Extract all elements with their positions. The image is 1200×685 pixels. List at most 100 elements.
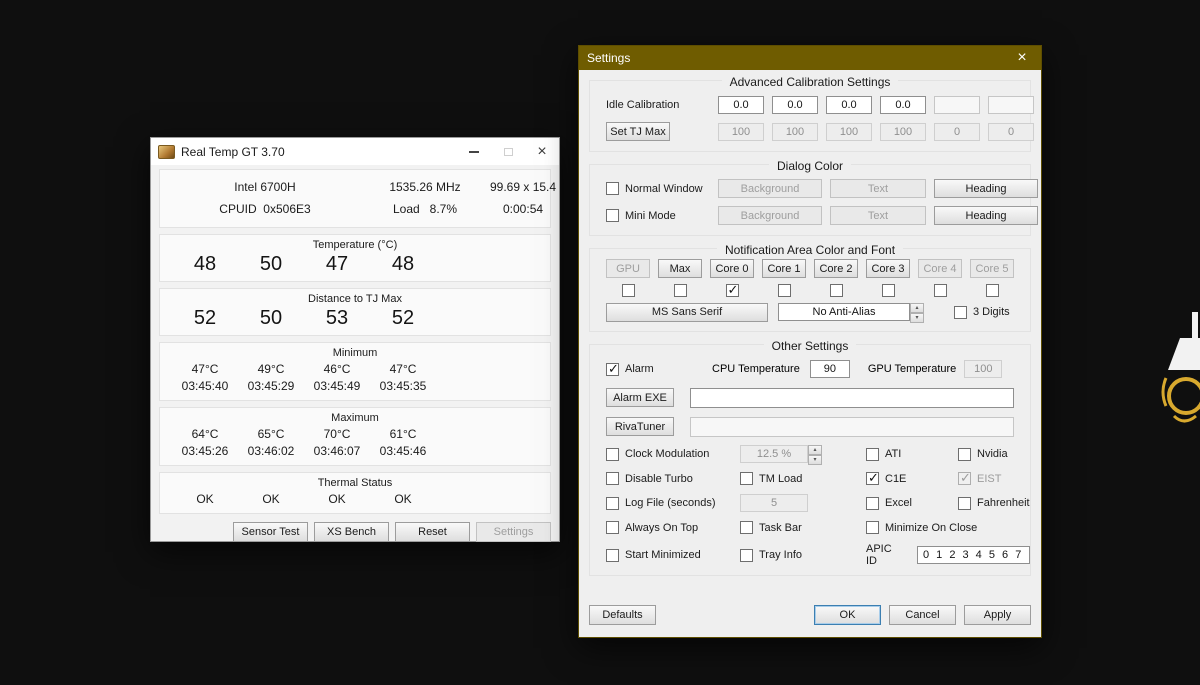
fahrenheit-label: Fahrenheit bbox=[977, 497, 1030, 509]
cancel-button[interactable]: Cancel bbox=[889, 605, 956, 625]
core2-checkbox[interactable] bbox=[830, 284, 843, 297]
start-minimized-checkbox[interactable] bbox=[606, 549, 619, 562]
max-temp-0: 64°C bbox=[172, 426, 238, 443]
core4-checkbox[interactable] bbox=[934, 284, 947, 297]
dialog-color-group-title: Dialog Color bbox=[769, 159, 851, 173]
ok-button[interactable]: OK bbox=[814, 605, 881, 625]
tm-load-checkbox[interactable] bbox=[740, 472, 753, 485]
thermal-status-title: Thermal Status bbox=[160, 477, 550, 489]
sensor-test-button[interactable]: Sensor Test bbox=[233, 522, 308, 542]
realtemp-main-window: Real Temp GT 3.70 × Intel 6700H 1535.26 … bbox=[150, 137, 560, 542]
main-window-title: Real Temp GT 3.70 bbox=[181, 145, 457, 159]
cpu-alarm-temp-field[interactable]: 90 bbox=[810, 360, 850, 378]
settings-close-button[interactable]: × bbox=[1003, 46, 1041, 70]
minimize-on-close-checkbox[interactable] bbox=[866, 521, 879, 534]
alarm-exe-button[interactable]: Alarm EXE bbox=[606, 388, 674, 407]
three-digits-checkbox[interactable] bbox=[954, 306, 967, 319]
log-file-label: Log File (seconds) bbox=[625, 497, 716, 509]
core1-temp: 50 bbox=[238, 253, 304, 276]
font-picker-button[interactable]: MS Sans Serif bbox=[606, 303, 768, 322]
clock-modulation-checkbox[interactable] bbox=[606, 448, 619, 461]
max-button[interactable]: Max bbox=[658, 259, 702, 278]
ati-checkbox[interactable] bbox=[866, 448, 879, 461]
temperature-title: Temperature (°C) bbox=[160, 239, 550, 251]
core2-distance: 53 bbox=[304, 307, 370, 330]
anti-alias-spinner[interactable]: ▴▾ bbox=[910, 303, 924, 321]
core3-button[interactable]: Core 3 bbox=[866, 259, 910, 278]
min-temp-1: 49°C bbox=[238, 361, 304, 378]
max-time-1: 03:46:02 bbox=[238, 443, 304, 460]
cpu-info-panel: Intel 6700H 1535.26 MHz 99.69 x 15.4 CPU… bbox=[159, 169, 551, 228]
apic-id-label: APIC ID bbox=[866, 543, 903, 567]
notification-group-title: Notification Area Color and Font bbox=[717, 243, 903, 257]
gpu-alarm-temp-field: 100 bbox=[964, 360, 1002, 378]
spin-down-icon: ▾ bbox=[910, 313, 924, 323]
cpuid-value: CPUID 0x506E3 bbox=[170, 202, 360, 216]
core0-button[interactable]: Core 0 bbox=[710, 259, 754, 278]
mini-mode-label: Mini Mode bbox=[625, 210, 676, 222]
tjmax-2: 100 bbox=[826, 123, 872, 141]
apic-id-field[interactable]: 0 1 2 3 4 5 6 7 bbox=[917, 546, 1030, 564]
core2-button[interactable]: Core 2 bbox=[814, 259, 858, 278]
core0-checkbox[interactable] bbox=[726, 284, 739, 297]
task-bar-checkbox[interactable] bbox=[740, 521, 753, 534]
core1-button[interactable]: Core 1 bbox=[762, 259, 806, 278]
max-time-3: 03:45:46 bbox=[370, 443, 436, 460]
always-on-top-checkbox[interactable] bbox=[606, 521, 619, 534]
min-temp-2: 46°C bbox=[304, 361, 370, 378]
tray-info-checkbox[interactable] bbox=[740, 549, 753, 562]
task-bar-label: Task Bar bbox=[759, 522, 802, 534]
log-file-checkbox[interactable] bbox=[606, 497, 619, 510]
apply-button[interactable]: Apply bbox=[964, 605, 1031, 625]
main-titlebar[interactable]: Real Temp GT 3.70 × bbox=[151, 138, 559, 165]
idle-calibration-3[interactable]: 0.0 bbox=[880, 96, 926, 114]
min-temp-0: 47°C bbox=[172, 361, 238, 378]
alarm-exe-path-field[interactable] bbox=[690, 388, 1014, 408]
nvidia-checkbox[interactable] bbox=[958, 448, 971, 461]
alarm-checkbox[interactable] bbox=[606, 363, 619, 376]
core1-checkbox[interactable] bbox=[778, 284, 791, 297]
eist-checkbox bbox=[958, 472, 971, 485]
tjmax-1: 100 bbox=[772, 123, 818, 141]
thermal-status-1: OK bbox=[238, 491, 304, 508]
min-time-3: 03:45:35 bbox=[370, 378, 436, 395]
distance-panel: Distance to TJ Max 52 50 53 52 bbox=[159, 288, 551, 336]
minimum-panel: Minimum 47°C 49°C 46°C 47°C 03:45:40 03:… bbox=[159, 342, 551, 401]
min-temp-3: 47°C bbox=[370, 361, 436, 378]
clock-modulation-label: Clock Modulation bbox=[625, 448, 709, 460]
alarm-label: Alarm bbox=[625, 363, 654, 375]
mini-mode-checkbox[interactable] bbox=[606, 209, 619, 222]
set-tjmax-button[interactable]: Set TJ Max bbox=[606, 122, 670, 141]
tjmax-0: 100 bbox=[718, 123, 764, 141]
excel-checkbox[interactable] bbox=[866, 497, 879, 510]
thermal-status-3: OK bbox=[370, 491, 436, 508]
maximize-button[interactable] bbox=[491, 138, 525, 165]
gpu-checkbox[interactable] bbox=[622, 284, 635, 297]
rivatuner-button[interactable]: RivaTuner bbox=[606, 417, 674, 436]
core3-checkbox[interactable] bbox=[882, 284, 895, 297]
clock-modulation-spinner[interactable]: ▴▾ bbox=[808, 445, 822, 463]
nvidia-label: Nvidia bbox=[977, 448, 1008, 460]
eist-label: EIST bbox=[977, 473, 1001, 485]
minimize-button[interactable] bbox=[457, 138, 491, 165]
idle-calibration-1[interactable]: 0.0 bbox=[772, 96, 818, 114]
disable-turbo-checkbox[interactable] bbox=[606, 472, 619, 485]
normal-window-checkbox[interactable] bbox=[606, 182, 619, 195]
rivatuner-path-field bbox=[690, 417, 1014, 437]
idle-calibration-2[interactable]: 0.0 bbox=[826, 96, 872, 114]
anti-alias-field[interactable]: No Anti-Alias bbox=[778, 303, 910, 321]
mini-heading-button[interactable]: Heading bbox=[934, 206, 1038, 225]
close-button[interactable]: × bbox=[525, 138, 559, 165]
reset-button[interactable]: Reset bbox=[395, 522, 470, 542]
core5-checkbox[interactable] bbox=[986, 284, 999, 297]
calibration-group: Advanced Calibration Settings Idle Calib… bbox=[589, 80, 1031, 152]
defaults-button[interactable]: Defaults bbox=[589, 605, 656, 625]
fahrenheit-checkbox[interactable] bbox=[958, 497, 971, 510]
max-checkbox[interactable] bbox=[674, 284, 687, 297]
idle-calibration-0[interactable]: 0.0 bbox=[718, 96, 764, 114]
xs-bench-button[interactable]: XS Bench bbox=[314, 522, 389, 542]
settings-titlebar[interactable]: Settings × bbox=[579, 46, 1041, 70]
c1e-checkbox[interactable] bbox=[866, 472, 879, 485]
normal-heading-button[interactable]: Heading bbox=[934, 179, 1038, 198]
core1-distance: 50 bbox=[238, 307, 304, 330]
